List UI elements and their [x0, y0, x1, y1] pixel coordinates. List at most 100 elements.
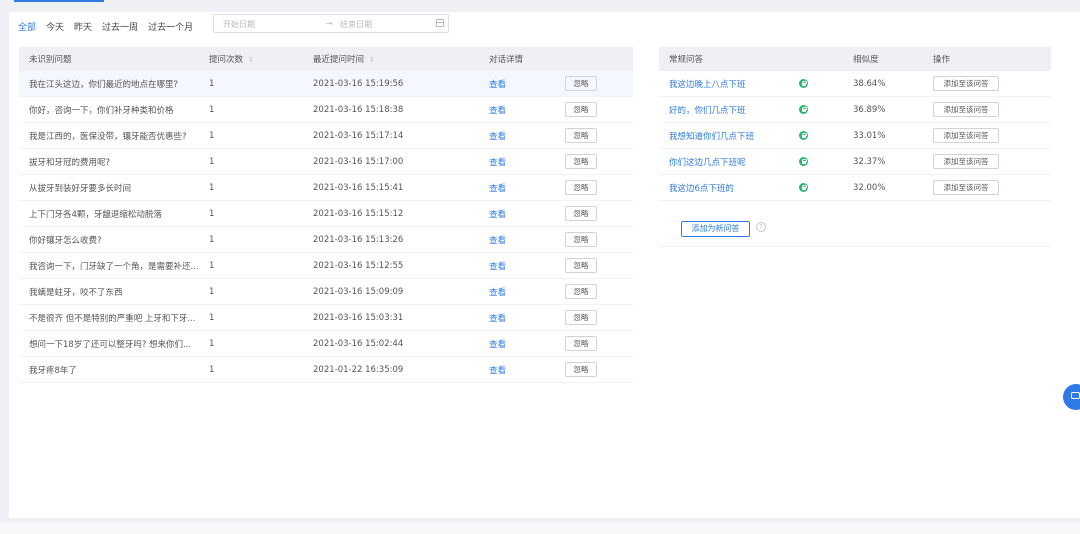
table-row: 从拔牙到装好牙要多长时间 1 2021-03-16 15:15:41 查看 忽略 — [19, 174, 633, 201]
filter-past-month[interactable]: 过去一个月 — [148, 20, 193, 33]
qa-link[interactable]: 我这边晚上八点下班 — [669, 80, 746, 90]
view-link[interactable]: 查看 — [489, 158, 506, 168]
header-last-time[interactable]: 最近提问时间 ⇕ — [303, 47, 479, 71]
header-last-time-label: 最近提问时间 — [313, 55, 365, 65]
ignore-button[interactable]: 忽略 — [565, 336, 597, 351]
ignore-button[interactable]: 忽略 — [565, 154, 597, 169]
ignore-cell: 忽略 — [555, 304, 633, 331]
detail-cell: 查看 — [479, 356, 555, 383]
qa-link[interactable]: 你们这边几点下班呢 — [669, 158, 746, 168]
ask-count: 1 — [199, 304, 303, 331]
filter-today[interactable]: 今天 — [46, 20, 64, 33]
ask-count: 1 — [199, 122, 303, 149]
view-link[interactable]: 查看 — [489, 340, 506, 350]
similarity-value: 36.89% — [843, 96, 923, 123]
detail-cell: 查看 — [479, 96, 555, 123]
table-row: 我咨询一下，门牙缺了一个角，是需要补还... 1 2021-03-16 15:12:… — [19, 252, 633, 279]
ask-count: 1 — [199, 226, 303, 253]
ask-count: 1 — [199, 96, 303, 123]
ignore-cell: 忽略 — [555, 148, 633, 175]
time-filter-group: 全部 今天 昨天 过去一周 过去一个月 — [18, 18, 203, 34]
lock-cell — [789, 71, 843, 97]
question-text: 你好，咨询一下，你们补牙种类和价格 — [19, 96, 199, 123]
table-row: 不是很齐 但不是特别的严重吧 上牙和下牙... 1 2021-03-16 15:03… — [19, 304, 633, 331]
sort-icon[interactable]: ⇕ — [248, 56, 254, 64]
ignore-button[interactable]: 忽略 — [565, 362, 597, 377]
lock-icon — [799, 78, 808, 88]
qa-link[interactable]: 好的，你们几点下班 — [669, 106, 746, 116]
qa-cell: 你们这边几点下班呢 — [659, 148, 789, 175]
action-cell: 添加至该问答 — [923, 148, 1051, 175]
ignore-button[interactable]: 忽略 — [565, 232, 597, 247]
ignore-cell: 忽略 — [555, 122, 633, 149]
add-to-qa-button[interactable]: 添加至该问答 — [933, 76, 999, 91]
ignore-button[interactable]: 忽略 — [565, 310, 597, 325]
question-text: 我是江西的，医保没带，镶牙能否优惠些? — [19, 122, 199, 149]
table-row: 好的，你们几点下班 36.89% 添加至该问答 — [659, 96, 1051, 123]
header-qa: 常规问答 — [659, 47, 789, 71]
ask-count: 1 — [199, 71, 303, 97]
view-link[interactable]: 查看 — [489, 184, 506, 194]
add-to-qa-button[interactable]: 添加至该问答 — [933, 102, 999, 117]
last-ask-time: 2021-03-16 15:19:56 — [303, 71, 479, 97]
add-to-qa-button[interactable]: 添加至该问答 — [933, 180, 999, 195]
similarity-value: 38.64% — [843, 71, 923, 97]
view-link[interactable]: 查看 — [489, 132, 506, 142]
lock-cell — [789, 96, 843, 123]
detail-cell: 查看 — [479, 174, 555, 201]
ignore-button[interactable]: 忽略 — [565, 102, 597, 117]
ignore-cell: 忽略 — [555, 71, 633, 97]
ignore-button[interactable]: 忽略 — [565, 128, 597, 143]
detail-cell: 查看 — [479, 226, 555, 253]
view-link[interactable]: 查看 — [489, 210, 506, 220]
view-link[interactable]: 查看 — [489, 236, 506, 246]
qa-link[interactable]: 我这边6点下班的 — [669, 184, 734, 194]
ignore-cell: 忽略 — [555, 278, 633, 305]
ignore-button[interactable]: 忽略 — [565, 76, 597, 91]
table-row: 我在江头这边，你们最近的地点在哪里? 1 2021-03-16 15:19:56 查看… — [19, 71, 633, 97]
qa-link[interactable]: 我想知道你们几点下班 — [669, 132, 754, 142]
qa-cell: 我想知道你们几点下班 — [659, 122, 789, 149]
ignore-button[interactable]: 忽略 — [565, 180, 597, 195]
add-to-qa-button[interactable]: 添加至该问答 — [933, 154, 999, 169]
header-count[interactable]: 提问次数 ⇕ — [199, 47, 303, 71]
faq-match-table: 常规问答 相似度 操作 我这边晚上八点下班 38.64% 添加至该问答 好的，你们几点… — [659, 47, 1051, 201]
ignore-button[interactable]: 忽略 — [565, 206, 597, 221]
filter-yesterday[interactable]: 昨天 — [74, 20, 92, 33]
similarity-value: 32.00% — [843, 174, 923, 201]
start-date-input[interactable]: 开始日期 — [223, 19, 255, 30]
view-link[interactable]: 查看 — [489, 366, 506, 376]
view-link[interactable]: 查看 — [489, 314, 506, 324]
last-ask-time: 2021-03-16 15:12:55 — [303, 252, 479, 279]
filter-past-week[interactable]: 过去一周 — [102, 20, 138, 33]
view-link[interactable]: 查看 — [489, 262, 506, 272]
ignore-cell: 忽略 — [555, 356, 633, 383]
view-link[interactable]: 查看 — [489, 106, 506, 116]
action-cell: 添加至该问答 — [923, 71, 1051, 97]
table-row: 我牙疼8年了 1 2021-01-22 16:35:09 查看 忽略 — [19, 356, 633, 383]
top-tab-bar — [0, 0, 1080, 8]
header-detail: 对话详情 — [479, 47, 555, 71]
detail-cell: 查看 — [479, 71, 555, 97]
end-date-input[interactable]: 结束日期 — [340, 19, 372, 30]
view-link[interactable]: 查看 — [489, 288, 506, 298]
sort-icon[interactable]: ⇕ — [369, 56, 375, 64]
date-range-picker[interactable]: 开始日期 → 结束日期 — [213, 14, 449, 33]
ignore-cell: 忽略 — [555, 330, 633, 357]
ignore-cell: 忽略 — [555, 96, 633, 123]
filter-all[interactable]: 全部 — [18, 20, 36, 33]
ignore-button[interactable]: 忽略 — [565, 284, 597, 299]
view-link[interactable]: 查看 — [489, 80, 506, 90]
ask-count: 1 — [199, 278, 303, 305]
calendar-icon[interactable] — [436, 19, 444, 27]
add-to-qa-button[interactable]: 添加至该问答 — [933, 128, 999, 143]
question-text: 你好镶牙怎么收费? — [19, 226, 199, 253]
active-tab-indicator — [14, 0, 104, 2]
lock-icon — [799, 104, 808, 114]
question-text: 想问一下18岁了还可以整牙吗? 想来你们... — [19, 330, 199, 357]
table-row: 我这边晚上八点下班 38.64% 添加至该问答 — [659, 71, 1051, 97]
date-separator: → — [326, 19, 333, 28]
help-icon[interactable]: ? — [756, 222, 766, 232]
add-new-qa-button[interactable]: 添加为新问答 — [681, 221, 750, 237]
ignore-button[interactable]: 忽略 — [565, 258, 597, 273]
